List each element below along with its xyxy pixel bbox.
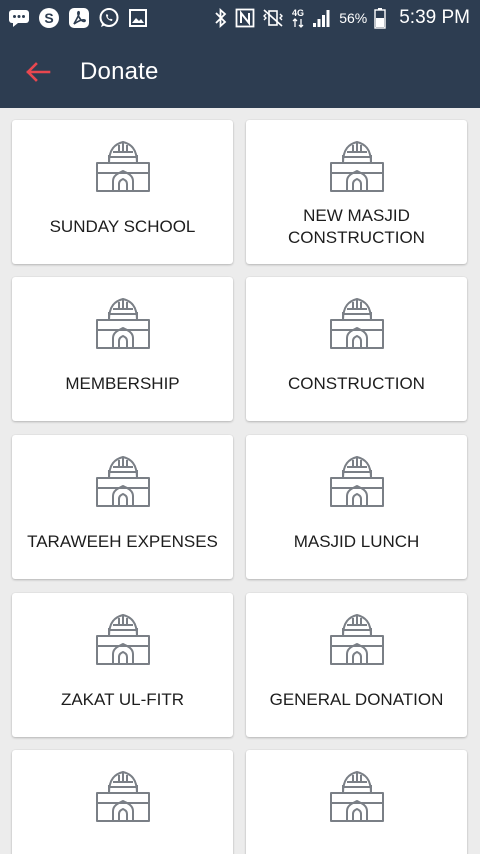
category-card[interactable]: NEW MASJID CONSTRUCTION (246, 120, 467, 264)
category-label: CONSTRUCTION (288, 374, 425, 393)
category-label: NEW MASJID CONSTRUCTION (288, 206, 425, 247)
category-card[interactable]: MASJID LUNCH (246, 435, 467, 579)
vibrate-mute-icon (262, 6, 284, 30)
category-card[interactable] (246, 750, 467, 854)
page-title: Donate (80, 58, 159, 85)
signal-icon (312, 6, 332, 30)
mosque-icon (330, 456, 384, 507)
back-button[interactable] (18, 52, 58, 92)
bluetooth-icon (214, 6, 228, 30)
category-label: SUNDAY SCHOOL (49, 217, 196, 236)
mosque-icon (96, 771, 150, 822)
system-status-icons: 4G 56% 5:39 PM (214, 6, 470, 30)
app-header: S 4G 56% 5:39 PM Donate (0, 0, 480, 108)
category-label: TARAWEEH EXPENSES (27, 532, 218, 551)
battery-icon (374, 6, 386, 30)
whatsapp-icon (98, 6, 120, 30)
mosque-icon (96, 298, 150, 349)
data-4g-icon: 4G (291, 6, 305, 30)
mosque-icon (96, 141, 150, 192)
mosque-icon (330, 141, 384, 192)
category-card[interactable]: SUNDAY SCHOOL (12, 120, 233, 264)
category-label: MASJID LUNCH (293, 532, 420, 551)
mosque-icon (96, 614, 150, 665)
category-label: GENERAL DONATION (269, 690, 444, 709)
battery-percent: 56% (339, 10, 368, 26)
status-bar: S 4G 56% 5:39 PM (0, 0, 480, 36)
category-card[interactable]: ZAKAT UL-FITR (12, 593, 233, 737)
category-label: ZAKAT UL-FITR (60, 690, 185, 709)
category-card[interactable]: GENERAL DONATION (246, 593, 467, 737)
acrobat-icon (68, 6, 90, 30)
category-label (252, 834, 461, 854)
category-card[interactable] (12, 750, 233, 854)
mosque-icon (330, 771, 384, 822)
nfc-icon (235, 6, 255, 30)
arrow-left-icon (26, 62, 51, 82)
svg-text:S: S (44, 10, 53, 26)
mosque-icon (96, 456, 150, 507)
mosque-icon (330, 614, 384, 665)
donation-category-grid: SUNDAY SCHOOL NEW MASJID CONSTRUCTION ME… (0, 108, 480, 854)
category-card[interactable]: CONSTRUCTION (246, 277, 467, 421)
category-card[interactable]: TARAWEEH EXPENSES (12, 435, 233, 579)
category-label (18, 834, 227, 854)
notification-icons: S (8, 6, 148, 30)
skype-icon: S (38, 6, 60, 30)
category-card[interactable]: MEMBERSHIP (12, 277, 233, 421)
gallery-icon (128, 6, 148, 30)
svg-text:4G: 4G (292, 8, 304, 18)
toolbar: Donate (0, 36, 480, 108)
mosque-icon (330, 298, 384, 349)
message-icon (8, 6, 30, 30)
category-label: MEMBERSHIP (65, 374, 180, 393)
status-time: 5:39 PM (399, 7, 470, 28)
